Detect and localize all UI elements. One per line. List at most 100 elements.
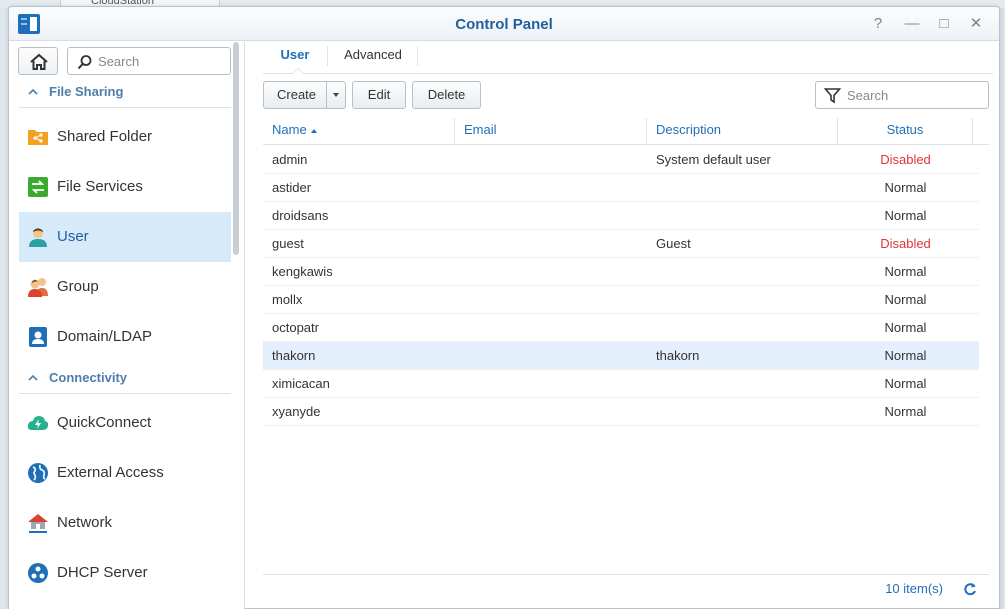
sort-ascending-icon xyxy=(310,128,317,133)
minimize-button[interactable]: — xyxy=(903,15,921,33)
cell-name: mollx xyxy=(272,292,303,307)
sidebar-item-file-services[interactable]: File Services xyxy=(19,162,231,212)
column-header-description[interactable]: Description xyxy=(647,118,838,145)
chevron-up-icon xyxy=(28,88,38,95)
cell-email xyxy=(455,174,647,202)
table-row[interactable]: guest Guest Disabled xyxy=(263,230,979,258)
create-button-label: Create xyxy=(277,87,317,102)
table-row[interactable]: thakorn thakorn Normal xyxy=(263,342,979,370)
title-bar[interactable]: Control Panel ? — □ ✕ xyxy=(9,7,999,41)
section-connectivity[interactable]: Connectivity xyxy=(19,366,231,394)
home-button[interactable] xyxy=(18,47,58,75)
cell-email xyxy=(455,398,647,426)
domain-ldap-icon xyxy=(29,327,47,347)
cell-status: Normal xyxy=(884,404,927,419)
column-header-label: Status xyxy=(886,122,924,137)
cell-name: ximicacan xyxy=(272,376,330,391)
filter-icon xyxy=(824,88,841,104)
sidebar: Search File Sharing Shared Folder File S… xyxy=(9,42,245,609)
tab-separator xyxy=(417,46,418,66)
cell-status: Normal xyxy=(884,348,927,363)
table-row[interactable]: octopatr Normal xyxy=(263,314,979,342)
column-header-name[interactable]: Name xyxy=(263,118,455,145)
refresh-icon[interactable] xyxy=(963,582,977,596)
table-row[interactable]: mollx Normal xyxy=(263,286,979,314)
cell-description xyxy=(647,286,838,314)
cell-name: guest xyxy=(272,236,304,251)
sidebar-item-dhcp-server[interactable]: DHCP Server xyxy=(19,548,231,598)
sidebar-item-user[interactable]: User xyxy=(19,212,231,262)
close-button[interactable]: ✕ xyxy=(967,15,985,33)
help-button[interactable]: ? xyxy=(869,15,887,33)
cell-description xyxy=(647,174,838,202)
user-search-placeholder: Search xyxy=(847,88,889,103)
table-row[interactable]: droidsans Normal xyxy=(263,202,979,230)
network-icon xyxy=(28,514,48,533)
cell-email xyxy=(455,146,647,174)
cell-status: Normal xyxy=(884,180,927,195)
sidebar-search-placeholder: Search xyxy=(98,54,140,69)
file-services-icon xyxy=(28,177,48,197)
table-row[interactable]: xyanyde Normal xyxy=(263,398,979,426)
desktop-edge xyxy=(1000,8,1005,609)
cell-status: Disabled xyxy=(880,152,931,167)
cell-name: octopatr xyxy=(272,320,319,335)
cell-name: astider xyxy=(272,180,312,195)
create-button[interactable]: Create xyxy=(263,81,346,109)
tab-advanced[interactable]: Advanced xyxy=(329,42,417,74)
cell-email xyxy=(455,370,647,398)
cell-description xyxy=(647,258,838,286)
sidebar-item-domain-ldap[interactable]: Domain/LDAP xyxy=(19,312,231,362)
search-icon xyxy=(77,55,92,70)
cell-name: droidsans xyxy=(272,208,329,223)
item-count: 10 item(s) xyxy=(885,581,943,596)
cell-description: Guest xyxy=(656,236,691,251)
cell-status: Normal xyxy=(884,376,927,391)
cell-email xyxy=(455,230,647,258)
cell-description: thakorn xyxy=(656,348,700,363)
sidebar-item-network[interactable]: Network xyxy=(19,498,231,548)
sidebar-item-group[interactable]: Group xyxy=(19,262,231,312)
table-row[interactable]: astider Normal xyxy=(263,174,979,202)
tab-bar: User Advanced xyxy=(263,42,993,74)
cell-name: thakorn xyxy=(272,348,316,363)
group-icon xyxy=(28,278,48,297)
cell-status: Normal xyxy=(884,292,927,307)
column-header-email[interactable]: Email xyxy=(455,118,647,145)
cell-description xyxy=(647,398,838,426)
cell-status: Normal xyxy=(884,208,927,223)
cell-status: Normal xyxy=(884,264,927,279)
sidebar-search-input[interactable]: Search xyxy=(67,47,231,75)
section-file-sharing[interactable]: File Sharing xyxy=(19,80,231,108)
cell-email xyxy=(455,202,647,230)
sidebar-item-label: Network xyxy=(57,514,113,531)
sidebar-item-quickconnect[interactable]: QuickConnect xyxy=(19,398,231,448)
sidebar-item-shared-folder[interactable]: Shared Folder xyxy=(19,112,231,162)
edit-button[interactable]: Edit xyxy=(352,81,406,109)
column-header-label: Name xyxy=(272,122,307,137)
user-search-input[interactable]: Search xyxy=(815,81,989,109)
cell-description: System default user xyxy=(656,152,771,167)
cell-email xyxy=(455,286,647,314)
column-header-status[interactable]: Status xyxy=(838,118,973,145)
cell-name: admin xyxy=(272,152,308,167)
table-row[interactable]: ximicacan Normal xyxy=(263,370,979,398)
cell-email xyxy=(455,342,647,370)
cell-status: Disabled xyxy=(880,236,931,251)
maximize-button[interactable]: □ xyxy=(935,15,953,33)
sidebar-item-external-access[interactable]: External Access xyxy=(19,448,231,498)
sidebar-item-label: QuickConnect xyxy=(57,414,152,431)
user-icon xyxy=(29,228,47,247)
cell-description xyxy=(647,202,838,230)
active-tab-indicator xyxy=(292,68,304,74)
table-row[interactable]: admin System default user Disabled xyxy=(263,146,979,174)
sidebar-scrollbar[interactable] xyxy=(233,42,239,255)
delete-button[interactable]: Delete xyxy=(412,81,481,109)
table-row[interactable]: kengkawis Normal xyxy=(263,258,979,286)
column-header-label: Description xyxy=(656,122,722,137)
section-title: File Sharing xyxy=(49,84,124,99)
sidebar-item-label: DHCP Server xyxy=(57,564,148,581)
cell-status: Normal xyxy=(884,320,927,335)
create-dropdown-toggle[interactable] xyxy=(326,82,345,108)
chevron-down-icon xyxy=(333,93,339,97)
